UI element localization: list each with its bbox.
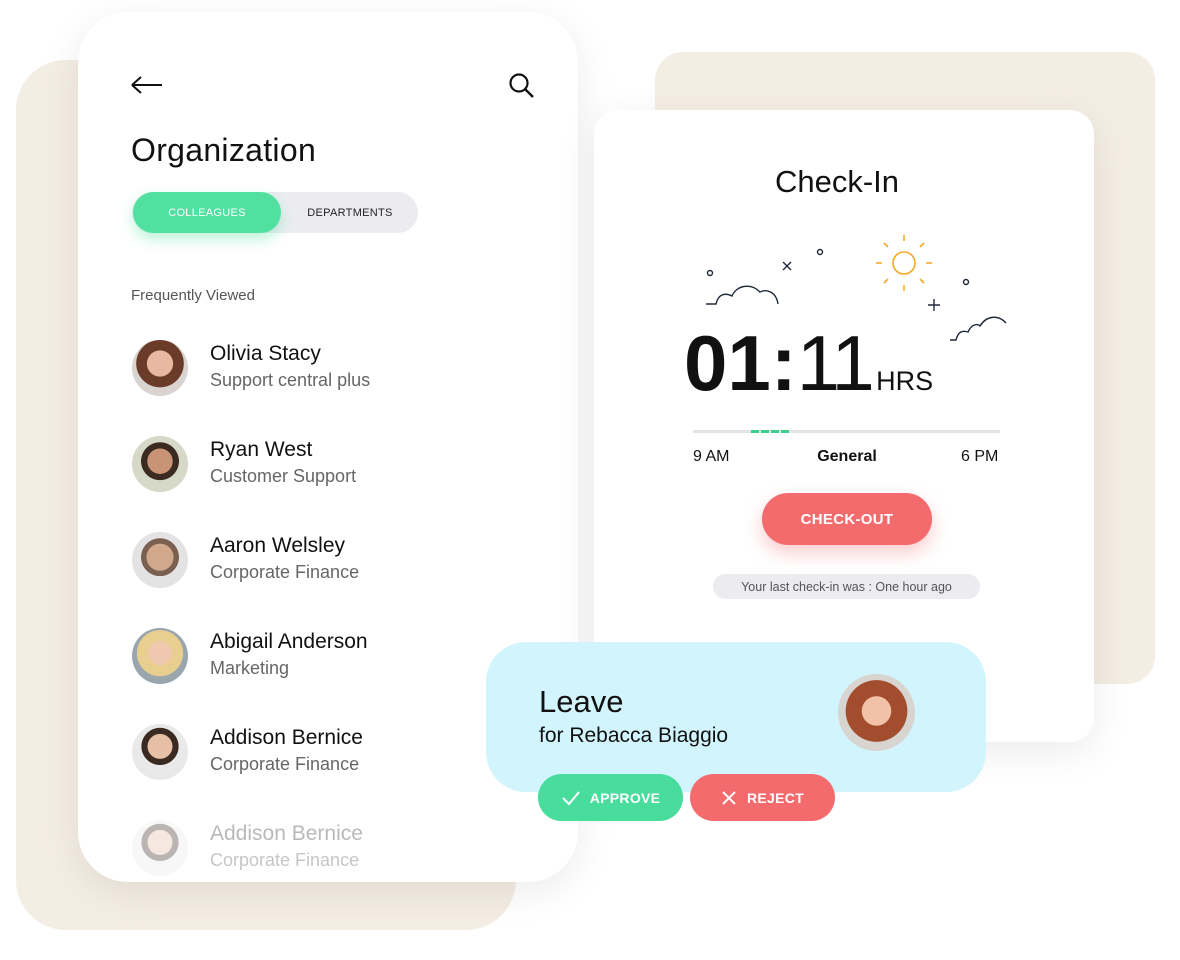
back-arrow-icon[interactable]	[130, 74, 164, 96]
check-icon	[562, 790, 580, 805]
person-name: Abigail Anderson	[210, 630, 368, 653]
reject-label: REJECT	[746, 789, 805, 806]
list-item[interactable]: Aaron Welsley Corporate Finance	[132, 532, 532, 592]
list-item[interactable]: Abigail Anderson Marketing	[132, 628, 532, 688]
requester-avatar	[838, 674, 915, 751]
shift-timeline	[693, 430, 1000, 433]
avatar	[132, 340, 188, 396]
tab-departments[interactable]: DEPARTMENTS	[282, 192, 418, 233]
checkin-title: Check-In	[774, 164, 900, 199]
view-toggle: COLLEAGUES DEPARTMENTS	[132, 192, 418, 233]
reject-button[interactable]: REJECT	[690, 774, 835, 821]
page-title: Organization	[131, 132, 317, 168]
list-item[interactable]: Addison Bernice Corporate Finance	[132, 724, 532, 784]
person-role: Corporate Finance	[210, 562, 360, 582]
person-name: Ryan West	[210, 438, 313, 461]
person-role: Corporate Finance	[210, 850, 360, 870]
leave-card: Leave for Rebacca Biaggio	[486, 642, 986, 792]
approve-button[interactable]: APPROVE	[538, 774, 683, 821]
avatar	[132, 532, 188, 588]
person-role: Customer Support	[210, 466, 357, 486]
person-role: Corporate Finance	[210, 754, 360, 774]
elapsed-hours: 01:	[684, 319, 797, 407]
person-name: Olivia Stacy	[210, 342, 321, 365]
person-role: Support central plus	[210, 370, 371, 390]
shift-progress	[751, 430, 791, 433]
list-item[interactable]: Olivia Stacy Support central plus	[132, 340, 532, 400]
person-role: Marketing	[210, 658, 290, 678]
list-item[interactable]: Ryan West Customer Support	[132, 436, 532, 496]
avatar	[132, 820, 188, 876]
tab-colleagues[interactable]: COLLEAGUES	[133, 192, 281, 233]
section-label: Frequently Viewed	[131, 287, 255, 304]
leave-subtitle: for Rebacca Biaggio	[539, 724, 729, 747]
list-item[interactable]: Addison Bernice Corporate Finance	[132, 820, 532, 880]
last-checkin-status: Your last check-in was : One hour ago	[713, 574, 980, 599]
person-name: Aaron Welsley	[210, 534, 346, 557]
avatar	[132, 724, 188, 780]
leave-title: Leave	[539, 684, 624, 719]
checkout-button[interactable]: CHECK-OUT	[762, 493, 932, 545]
search-icon[interactable]	[508, 72, 536, 100]
close-icon	[722, 790, 736, 805]
person-name: Addison Bernice	[210, 822, 363, 845]
time-unit: HRS	[876, 366, 934, 396]
elapsed-time: 01:11 HRS	[684, 324, 933, 402]
approve-label: APPROVE	[589, 789, 661, 806]
shift-end: 6 PM	[961, 448, 999, 465]
shift-name: General	[817, 448, 877, 465]
person-name: Addison Bernice	[210, 726, 363, 749]
elapsed-minutes: 11	[796, 319, 875, 407]
avatar	[132, 628, 188, 684]
avatar	[132, 436, 188, 492]
